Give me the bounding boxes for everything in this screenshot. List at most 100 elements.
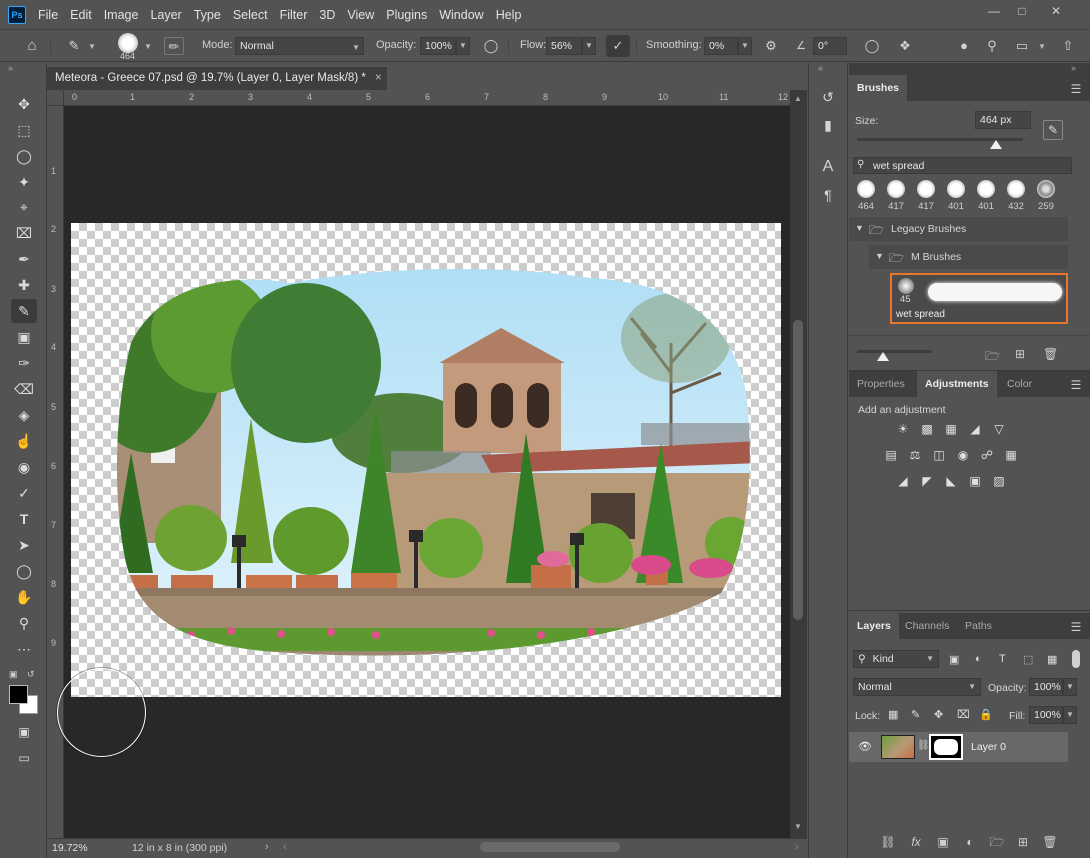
maximize-button[interactable]: □: [1008, 4, 1036, 18]
horizontal-scroll-thumb[interactable]: [480, 842, 620, 852]
smoothing-input[interactable]: 0%: [704, 37, 738, 55]
tab-brushes[interactable]: Brushes: [849, 75, 908, 101]
menu-image[interactable]: Image: [104, 8, 139, 22]
chevron-down-icon[interactable]: ▼: [1063, 678, 1077, 696]
healing-brush-tool-icon[interactable]: ✚: [11, 273, 37, 297]
layer-filter-dropdown[interactable]: ⚲ Kind ▼: [853, 650, 939, 668]
clone-stamp-tool-icon[interactable]: ▣: [11, 325, 37, 349]
chevron-down-icon[interactable]: ▼: [456, 37, 470, 55]
color-lookup-icon[interactable]: ▦: [1002, 447, 1020, 463]
selective-color-icon[interactable]: ▣: [966, 473, 984, 489]
menu-window[interactable]: Window: [439, 8, 483, 22]
recent-brush[interactable]: 417: [911, 179, 941, 215]
default-colors-icon[interactable]: ▣: [9, 669, 18, 680]
workspace-icon[interactable]: ▭: [1012, 37, 1032, 55]
scroll-down-icon[interactable]: ▼: [794, 822, 802, 831]
close-tab-icon[interactable]: ×: [375, 72, 382, 84]
recent-brush[interactable]: 401: [971, 179, 1001, 215]
document-tab[interactable]: Meteora - Greece 07.psd @ 19.7% (Layer 0…: [47, 66, 387, 90]
layer-row[interactable]: 👁 ⛓ Layer 0: [849, 732, 1068, 762]
chevron-down-icon[interactable]: ▼: [582, 37, 596, 55]
angle-input[interactable]: 0°: [813, 37, 847, 55]
zoom-level[interactable]: 19.72%: [52, 842, 88, 854]
menu-3d[interactable]: 3D: [319, 8, 335, 22]
lock-transparent-icon[interactable]: ▦: [888, 708, 898, 721]
search-icon[interactable]: ⚲: [982, 37, 1002, 55]
lasso-tool-icon[interactable]: ◯: [11, 144, 37, 168]
collapse-icon[interactable]: »: [1071, 63, 1076, 73]
size-slider-thumb[interactable]: [990, 140, 1003, 149]
scroll-right-icon[interactable]: ›: [795, 841, 799, 853]
pressure-size-icon[interactable]: ◯: [862, 37, 882, 55]
tab-channels[interactable]: Channels: [897, 613, 957, 639]
opacity-input[interactable]: 100%: [420, 37, 456, 55]
curves-icon[interactable]: ▦: [942, 421, 960, 437]
layer-mask-thumbnail[interactable]: [929, 734, 963, 760]
trash-icon[interactable]: 🗑: [1043, 347, 1058, 361]
minimize-button[interactable]: —: [980, 4, 1008, 18]
new-brush-icon[interactable]: ⊞: [1015, 347, 1025, 361]
link-layers-icon[interactable]: ⛓: [878, 834, 898, 850]
pressure-opacity-icon[interactable]: ◯: [481, 37, 501, 55]
type-tool-icon[interactable]: T: [11, 507, 37, 531]
preview-slider-thumb[interactable]: [877, 352, 890, 361]
panel-menu-icon[interactable]: ☰: [1069, 621, 1083, 633]
user-icon[interactable]: ●: [954, 37, 974, 55]
filter-toggle[interactable]: [1072, 650, 1080, 668]
size-input[interactable]: 464 px: [975, 111, 1031, 129]
hand-tool-icon[interactable]: ✋: [11, 585, 37, 609]
panel-menu-icon[interactable]: ☰: [1069, 83, 1083, 95]
chevron-down-icon[interactable]: ▼: [144, 42, 152, 51]
quick-mask-icon[interactable]: ▣: [11, 720, 37, 744]
menu-plugins[interactable]: Plugins: [386, 8, 427, 22]
folder-m-brushes[interactable]: ▼ 🗁 M Brushes: [869, 245, 1068, 269]
recent-brush[interactable]: 417: [881, 179, 911, 215]
folder-legacy-brushes[interactable]: ▼ 🗁 Legacy Brushes: [849, 217, 1068, 241]
menu-file[interactable]: File: [38, 8, 58, 22]
menu-edit[interactable]: Edit: [70, 8, 92, 22]
new-layer-icon[interactable]: ⊞: [1013, 834, 1033, 850]
zoom-tool-icon[interactable]: ⚲: [11, 611, 37, 635]
adjustment-layer-icon[interactable]: ◐: [960, 834, 980, 850]
channel-mixer-icon[interactable]: ☍: [978, 447, 996, 463]
brush-tool-icon[interactable]: ✎: [11, 299, 37, 323]
symmetry-icon[interactable]: ❖: [895, 37, 915, 55]
flow-input[interactable]: 56%: [546, 37, 582, 55]
filter-type-icon[interactable]: T: [999, 653, 1006, 665]
close-window-button[interactable]: ✕: [1042, 4, 1070, 18]
vertical-scroll-thumb[interactable]: [793, 320, 803, 620]
tab-paths[interactable]: Paths: [957, 613, 1000, 639]
panel-menu-icon[interactable]: ☰: [1069, 379, 1083, 391]
trash-icon[interactable]: 🗑: [1040, 834, 1060, 850]
magic-wand-tool-icon[interactable]: ✦: [11, 170, 37, 194]
threshold-icon[interactable]: ◣: [942, 473, 960, 489]
smudge-tool-icon[interactable]: ☝: [11, 429, 37, 453]
history-brush-tool-icon[interactable]: ✑: [11, 351, 37, 375]
airbrush-icon[interactable]: ✓: [606, 35, 630, 57]
selected-brush-tile[interactable]: 45 wet spread: [890, 273, 1068, 324]
ruler-horizontal[interactable]: 0 1 2 3 4 5 6 7 8 9 10 11 12: [64, 90, 790, 106]
marquee-tool-icon[interactable]: ⬚: [11, 118, 37, 142]
posterize-icon[interactable]: ◤: [918, 473, 936, 489]
tab-properties[interactable]: Properties: [849, 371, 913, 397]
color-balance-icon[interactable]: ⚖: [906, 447, 924, 463]
brush-search-field[interactable]: ⚲ wet spread: [853, 157, 1072, 174]
eye-icon[interactable]: 👁: [858, 740, 872, 753]
gradient-map-icon[interactable]: ▨: [990, 473, 1008, 489]
home-icon[interactable]: ⌂: [22, 37, 42, 55]
chevron-down-icon[interactable]: ▼: [88, 42, 96, 51]
filter-smart-object-icon[interactable]: ▦: [1047, 653, 1057, 666]
path-selection-tool-icon[interactable]: ➤: [11, 533, 37, 557]
brush-tool-preset-icon[interactable]: ✎: [64, 37, 84, 55]
foreground-color-swatch[interactable]: [9, 685, 28, 704]
levels-icon[interactable]: ▩: [918, 421, 936, 437]
add-mask-icon[interactable]: ▣: [933, 834, 953, 850]
menu-help[interactable]: Help: [496, 8, 522, 22]
paint-bucket-tool-icon[interactable]: ◈: [11, 403, 37, 427]
gear-icon[interactable]: ⚙: [761, 37, 781, 55]
new-folder-icon[interactable]: 🗁: [985, 347, 1000, 368]
black-white-icon[interactable]: ◫: [930, 447, 948, 463]
filter-shape-icon[interactable]: ⬚: [1023, 653, 1033, 666]
more-tools-icon[interactable]: ⋯: [11, 637, 37, 661]
filter-adjustment-icon[interactable]: ◐: [975, 653, 982, 665]
